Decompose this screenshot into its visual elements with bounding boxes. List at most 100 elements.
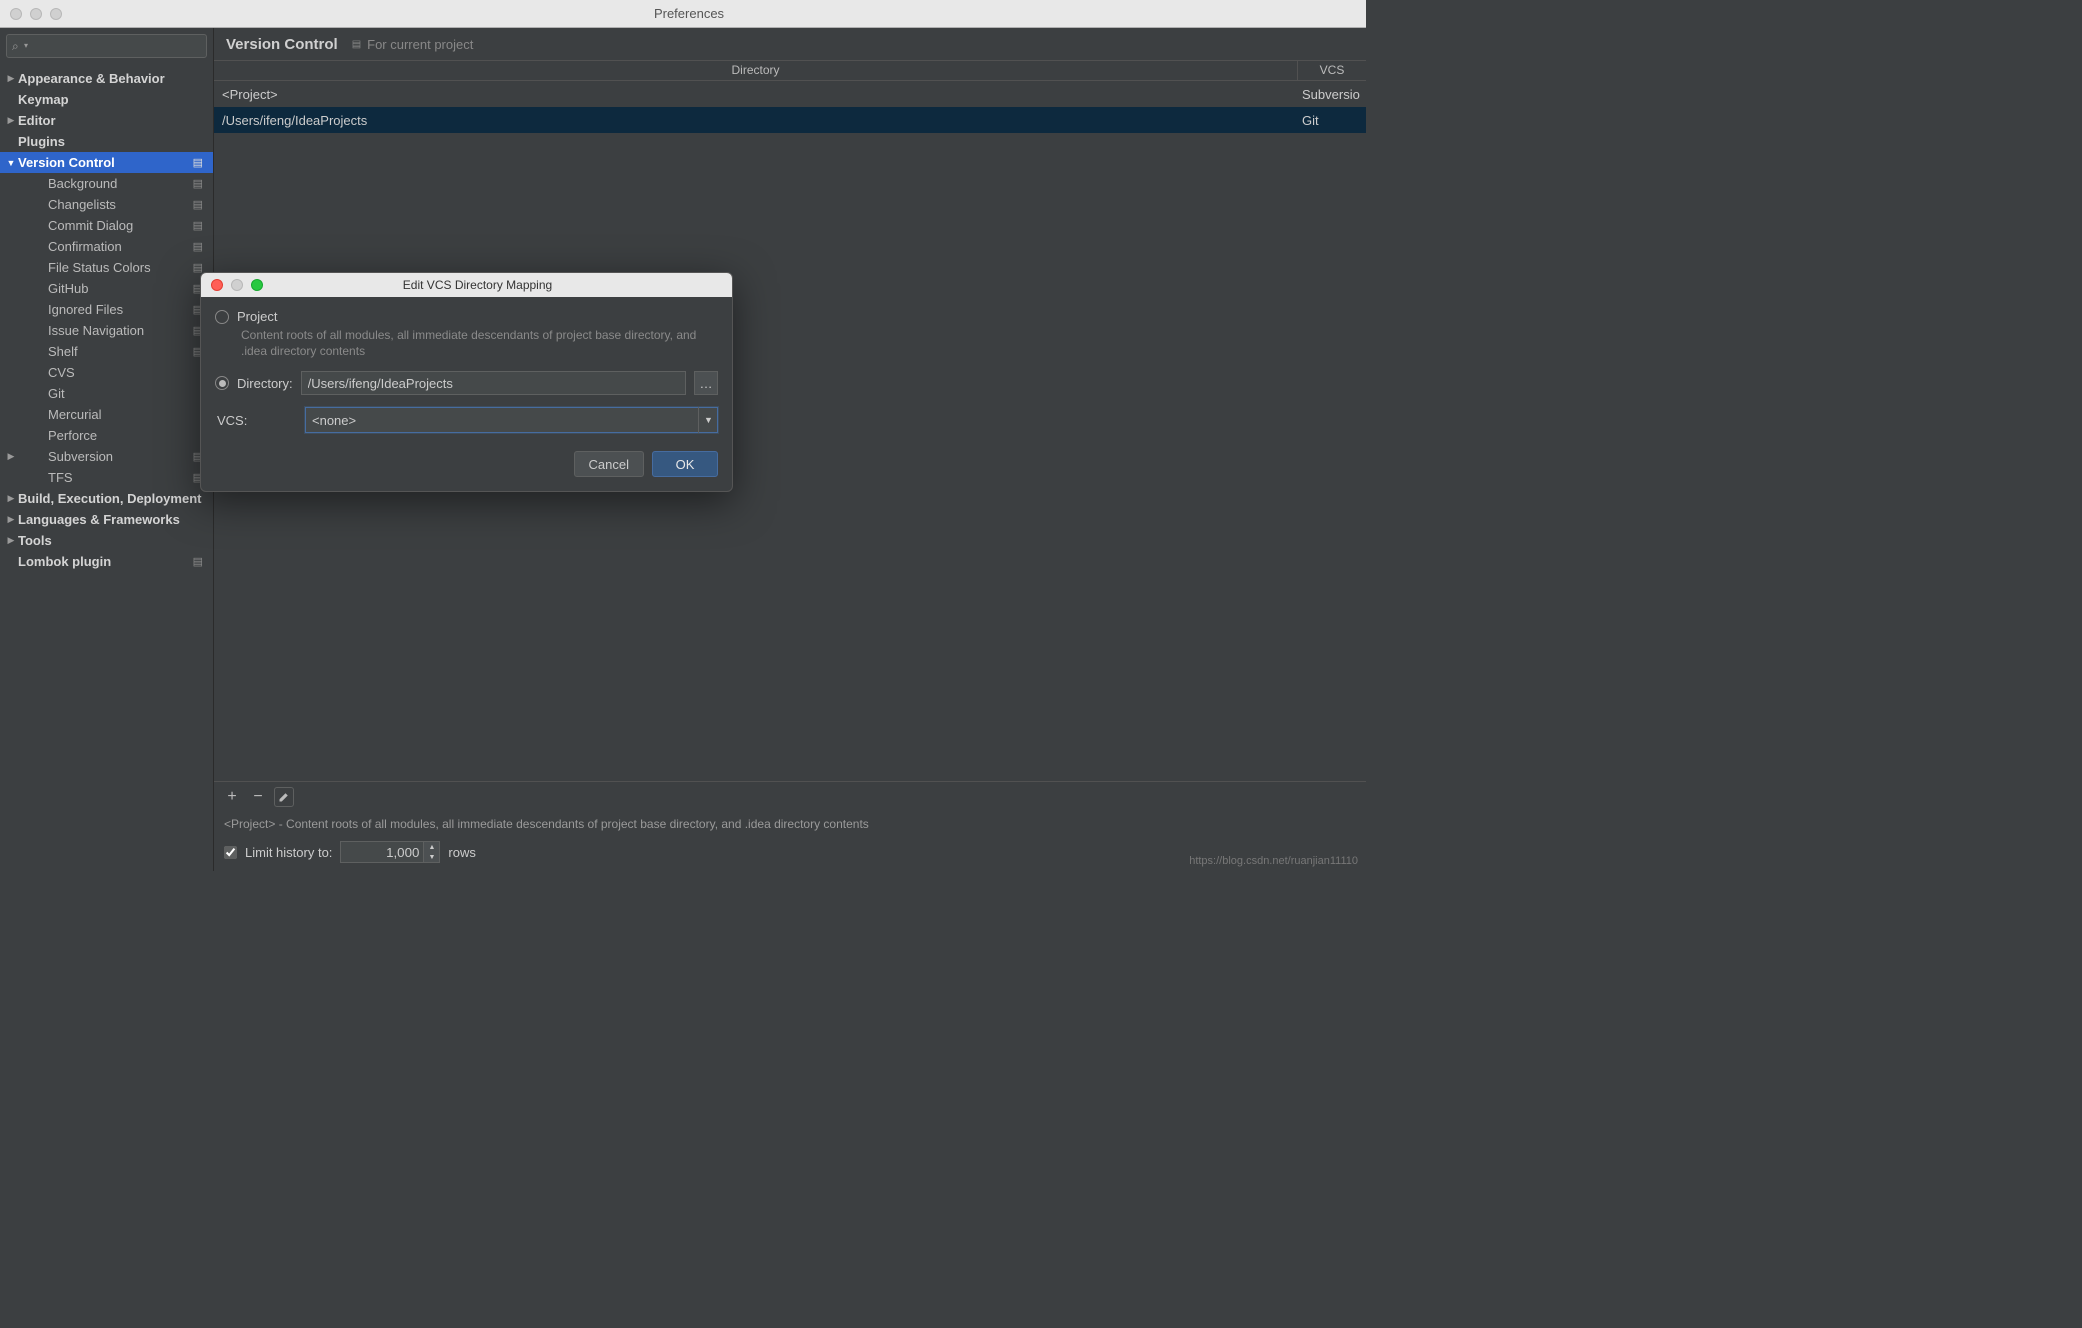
col-header-directory[interactable]: Directory [214,61,1298,80]
sidebar-item-changelists[interactable]: Changelists▤ [0,194,213,215]
project-radio-label: Project [237,309,277,324]
project-radio-description: Content roots of all modules, all immedi… [241,328,718,359]
browse-button[interactable]: … [694,371,718,395]
sidebar-item-label: Perforce [48,428,97,443]
cell-directory: <Project> [214,87,1298,102]
zoom-window-icon[interactable] [50,8,62,20]
chevron-right-icon[interactable]: ▶ [6,115,16,126]
help-text: <Project> - Content roots of all modules… [214,811,1366,837]
sidebar-item-tools[interactable]: ▶Tools [0,530,213,551]
sidebar-item-mercurial[interactable]: Mercurial [0,404,213,425]
sidebar-item-label: File Status Colors [48,260,151,275]
chevron-right-icon[interactable]: ▶ [6,514,16,525]
sidebar-item-label: Changelists [48,197,116,212]
dialog-title: Edit VCS Directory Mapping [263,278,692,292]
sidebar-item-label: CVS [48,365,75,380]
sidebar-item-subversion[interactable]: ▶Subversion▤ [0,446,213,467]
remove-button[interactable]: − [248,787,268,807]
search-history-icon[interactable]: ▾ [24,41,28,50]
sidebar-item-label: Tools [18,533,52,548]
sidebar-item-lombok-plugin[interactable]: Lombok plugin▤ [0,551,213,572]
project-scope-icon: ▤ [193,261,203,274]
project-scope-icon: ▤ [193,240,203,253]
directory-radio[interactable] [215,376,229,390]
close-window-icon[interactable] [10,8,22,20]
sidebar-item-label: Commit Dialog [48,218,133,233]
sidebar-item-version-control[interactable]: ▼Version Control ▤ [0,152,213,173]
sidebar-item-git[interactable]: Git [0,383,213,404]
project-radio[interactable] [215,310,229,324]
sidebar-item-label: Git [48,386,65,401]
sidebar-item-appearance-behavior[interactable]: ▶Appearance & Behavior [0,68,213,89]
sidebar-item-label: Appearance & Behavior [18,71,165,86]
sidebar-item-label: Languages & Frameworks [18,512,180,527]
project-scope-icon: ▤ [193,156,203,169]
chevron-down-icon[interactable]: ▼ [698,407,718,433]
vcs-select-value: <none> [312,413,356,428]
cell-vcs: Subversio [1298,87,1366,102]
cell-directory: /Users/ifeng/IdeaProjects [214,113,1298,128]
sidebar-item-commit-dialog[interactable]: Commit Dialog ▤ [0,215,213,236]
col-header-vcs[interactable]: VCS [1298,61,1366,80]
project-scope-icon: ▤ [193,219,203,232]
sidebar-item-label: Confirmation [48,239,122,254]
watermark: https://blog.csdn.net/ruanjian11110 [1189,855,1358,867]
sidebar-item-label: Plugins [18,134,65,149]
chevron-right-icon[interactable]: ▶ [6,73,16,84]
preferences-sidebar: ⌕ ▾ ▶Appearance & BehaviorKeymap▶EditorP… [0,28,214,871]
minimize-window-icon[interactable] [30,8,42,20]
limit-spinner[interactable]: ▲▼ [423,842,439,862]
sidebar-item-languages-frameworks[interactable]: ▶Languages & Frameworks [0,509,213,530]
cell-vcs: Git [1298,113,1366,128]
sidebar-item-keymap[interactable]: Keymap [0,89,213,110]
sidebar-item-label: Editor [18,113,56,128]
sidebar-item-build-execution-deployment[interactable]: ▶Build, Execution, Deployment [0,488,213,509]
sidebar-item-label: GitHub [48,281,88,296]
scope-label: For current project [367,37,473,52]
sidebar-item-tfs[interactable]: TFS▤ [0,467,213,488]
sidebar-item-cvs[interactable]: CVS [0,362,213,383]
sidebar-item-label: Keymap [18,92,69,107]
cancel-button[interactable]: Cancel [574,451,644,477]
sidebar-item-file-status-colors[interactable]: File Status Colors ▤ [0,257,213,278]
sidebar-item-editor[interactable]: ▶Editor [0,110,213,131]
chevron-right-icon[interactable]: ▶ [6,493,16,504]
add-button[interactable]: + [222,787,242,807]
vcs-label: VCS: [217,413,297,428]
settings-tree: ▶Appearance & BehaviorKeymap▶EditorPlugi… [0,64,213,871]
close-dialog-icon[interactable] [211,279,223,291]
zoom-dialog-icon[interactable] [251,279,263,291]
chevron-right-icon[interactable]: ▶ [6,451,16,462]
sidebar-item-shelf[interactable]: Shelf▤ [0,341,213,362]
sidebar-item-background[interactable]: Background▤ [0,173,213,194]
ok-button[interactable]: OK [652,451,718,477]
directory-label: Directory: [237,376,293,391]
sidebar-item-confirmation[interactable]: Confirmation ▤ [0,236,213,257]
chevron-right-icon[interactable]: ▶ [6,535,16,546]
sidebar-item-label: Version Control [18,155,115,170]
search-input[interactable] [6,34,207,58]
sidebar-item-issue-navigation[interactable]: Issue Navigation▤ [0,320,213,341]
window-title: Preferences [62,6,1316,21]
limit-history-checkbox[interactable] [224,846,237,859]
sidebar-item-label: Ignored Files [48,302,123,317]
table-toolbar: + − [214,781,1366,811]
table-row[interactable]: /Users/ifeng/IdeaProjectsGit [214,107,1366,133]
directory-input[interactable] [301,371,686,395]
sidebar-item-plugins[interactable]: Plugins [0,131,213,152]
project-scope-icon: ▤ [193,555,203,568]
edit-vcs-mapping-dialog: Edit VCS Directory Mapping Project Conte… [200,272,733,492]
edit-button[interactable] [274,787,294,807]
project-scope-icon: ▤ [352,39,361,50]
scope-badge: ▤ For current project [352,37,474,52]
table-row[interactable]: <Project>Subversio [214,81,1366,107]
chevron-down-icon[interactable]: ▼ [6,158,16,168]
sidebar-item-perforce[interactable]: Perforce [0,425,213,446]
sidebar-item-ignored-files[interactable]: Ignored Files▤ [0,299,213,320]
sidebar-item-label: Issue Navigation [48,323,144,338]
sidebar-item-label: Build, Execution, Deployment [18,491,201,506]
search-icon: ⌕ [12,39,19,54]
vcs-select[interactable]: <none> [305,407,718,433]
sidebar-item-label: Shelf [48,344,78,359]
sidebar-item-github[interactable]: GitHub▤ [0,278,213,299]
